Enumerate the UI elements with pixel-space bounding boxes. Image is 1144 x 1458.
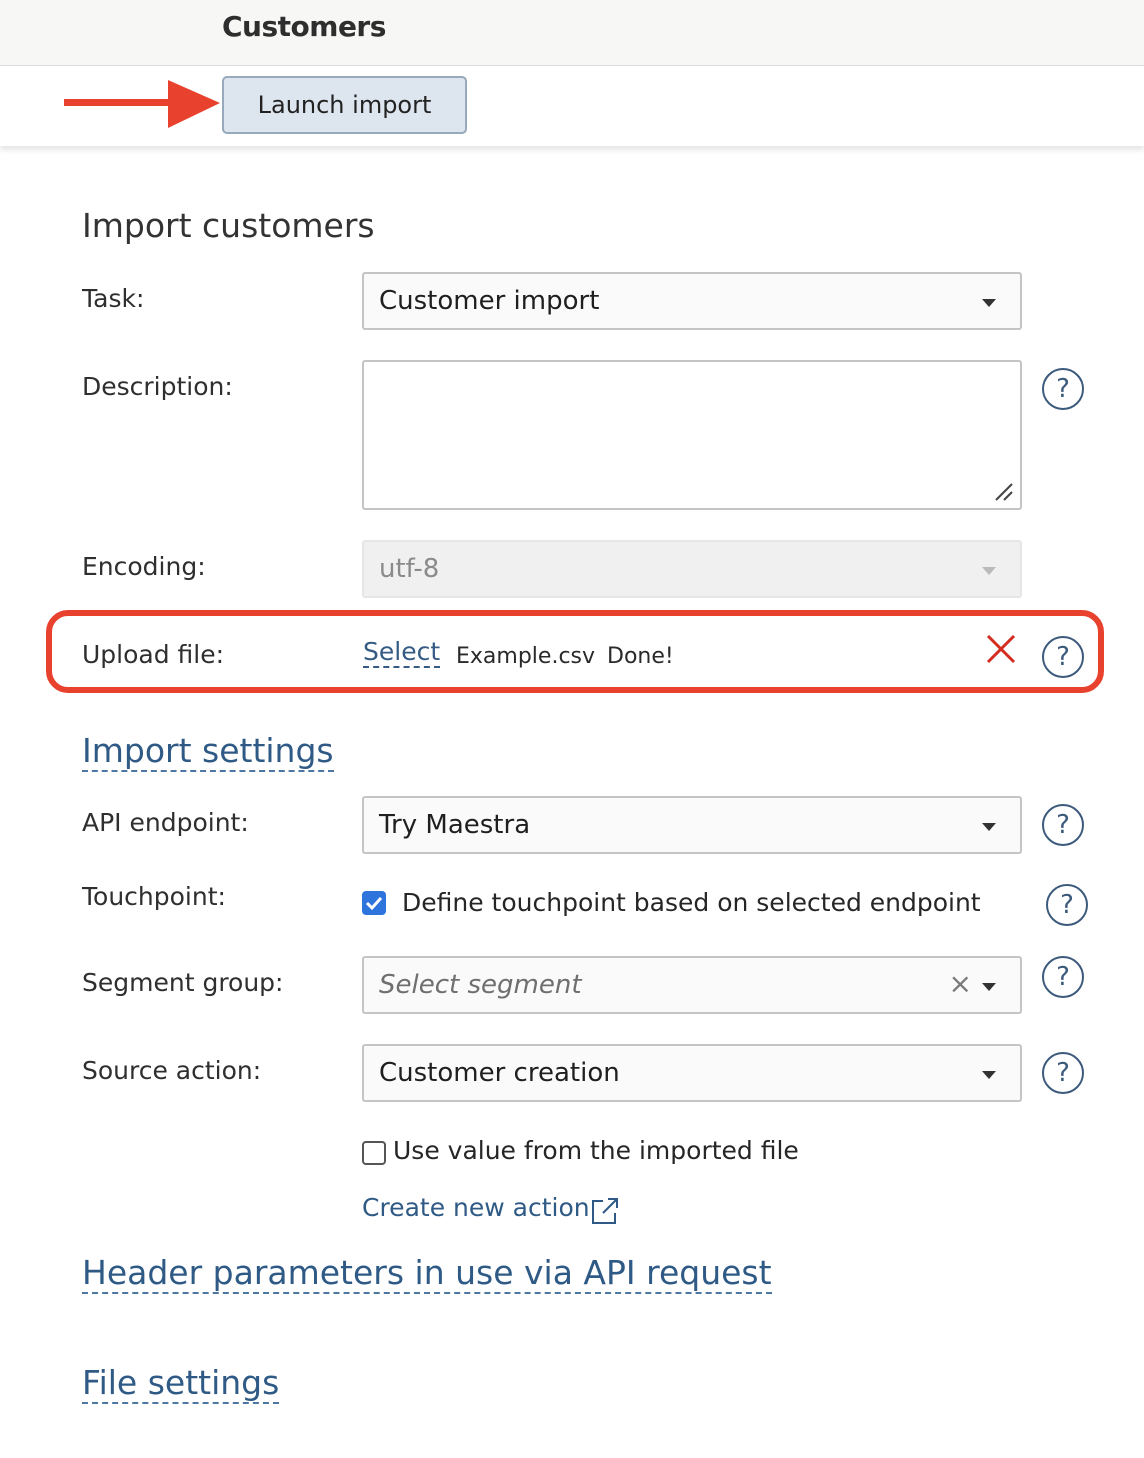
api-endpoint-label: API endpoint: bbox=[82, 808, 249, 837]
header-parameters-toggle[interactable]: Header parameters in use via API request bbox=[82, 1254, 772, 1294]
encoding-select: utf-8 bbox=[362, 540, 1022, 598]
upload-help-icon[interactable]: ? bbox=[1042, 636, 1084, 678]
file-settings-toggle[interactable]: File settings bbox=[82, 1364, 280, 1404]
segment-group-select[interactable]: Select segment × bbox=[362, 956, 1022, 1014]
external-link-icon[interactable] bbox=[590, 1196, 620, 1226]
api-endpoint-select[interactable]: Try Maestra bbox=[362, 796, 1022, 854]
upload-file-label: Upload file: bbox=[82, 640, 225, 669]
page-title: Customers bbox=[222, 10, 386, 43]
import-settings-toggle[interactable]: Import settings bbox=[82, 732, 334, 772]
source-action-help-icon[interactable]: ? bbox=[1042, 1052, 1084, 1094]
use-file-value-label: Use value from the imported file bbox=[393, 1136, 799, 1165]
segment-group-label: Segment group: bbox=[82, 968, 284, 997]
chevron-down-icon bbox=[982, 567, 996, 575]
chevron-down-icon bbox=[982, 823, 996, 831]
encoding-select-value: utf-8 bbox=[379, 554, 440, 584]
segment-group-help-icon[interactable]: ? bbox=[1042, 956, 1084, 998]
api-endpoint-value: Try Maestra bbox=[379, 810, 531, 840]
create-new-action-link[interactable]: Create new action bbox=[362, 1193, 590, 1222]
annotation-arrow-icon bbox=[64, 80, 220, 128]
source-action-select[interactable]: Customer creation bbox=[362, 1044, 1022, 1102]
task-select-value: Customer import bbox=[379, 286, 600, 316]
checkmark-icon bbox=[365, 896, 383, 911]
segment-group-placeholder: Select segment bbox=[379, 970, 582, 1000]
chevron-down-icon bbox=[982, 1071, 996, 1079]
touchpoint-help-icon[interactable]: ? bbox=[1046, 884, 1088, 926]
description-label: Description: bbox=[82, 372, 233, 401]
uploaded-file-name: Example.csv bbox=[456, 644, 596, 669]
chevron-down-icon bbox=[982, 983, 996, 991]
page-header: Customers bbox=[0, 0, 1144, 66]
api-endpoint-help-icon[interactable]: ? bbox=[1042, 804, 1084, 846]
touchpoint-checkbox[interactable] bbox=[362, 891, 386, 915]
upload-status: Done! bbox=[607, 644, 674, 669]
touchpoint-checkbox-label: Define touchpoint based on selected endp… bbox=[402, 888, 981, 917]
chevron-down-icon bbox=[982, 299, 996, 307]
task-select[interactable]: Customer import bbox=[362, 272, 1022, 330]
description-textarea[interactable] bbox=[362, 360, 1022, 510]
form-title: Import customers bbox=[82, 206, 375, 245]
task-label: Task: bbox=[82, 284, 145, 313]
source-action-value: Customer creation bbox=[379, 1058, 620, 1088]
encoding-label: Encoding: bbox=[82, 552, 206, 581]
description-help-icon[interactable]: ? bbox=[1042, 368, 1084, 410]
launch-import-button[interactable]: Launch import bbox=[222, 76, 467, 134]
close-icon[interactable] bbox=[984, 632, 1018, 666]
use-file-value-checkbox[interactable] bbox=[362, 1141, 386, 1165]
resize-handle-icon[interactable] bbox=[992, 480, 1014, 502]
clear-icon[interactable]: × bbox=[949, 967, 972, 1000]
source-action-label: Source action: bbox=[82, 1056, 262, 1085]
upload-select-link[interactable]: Select bbox=[363, 638, 441, 668]
touchpoint-label: Touchpoint: bbox=[82, 882, 226, 911]
